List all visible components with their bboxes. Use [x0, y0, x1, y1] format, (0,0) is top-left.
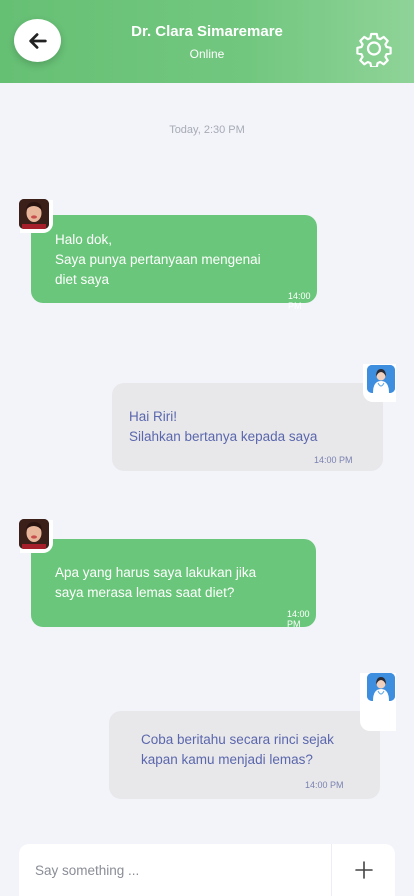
- patient-avatar: [19, 199, 49, 229]
- message-text: Coba beritahu secara rinci sejak kapan k…: [141, 732, 334, 767]
- message-time: 14:00 PM: [305, 780, 344, 790]
- message-time: 14:00 PM: [314, 455, 353, 465]
- chat-header: Dr. Clara Simaremare Online: [0, 0, 414, 83]
- gear-icon[interactable]: [356, 31, 392, 67]
- message-time: 14:00 PM: [288, 291, 311, 311]
- contact-status: Online: [189, 47, 225, 61]
- message-bubble[interactable]: Apa yang harus saya lakukan jika saya me…: [31, 539, 316, 629]
- message-composer: [19, 844, 395, 896]
- plus-icon: [354, 861, 373, 879]
- chat-date-timestamp: Today, 2:30 PM: [169, 124, 245, 136]
- add-attachment-button[interactable]: [332, 844, 395, 896]
- message-input[interactable]: [19, 844, 331, 896]
- doctor-avatar: [367, 365, 395, 393]
- message-text: Hai Riri! Silahkan bertanya kepada saya: [129, 409, 318, 444]
- patient-avatar: [19, 519, 49, 549]
- message-bubble[interactable]: Coba beritahu secara rinci sejak kapan k…: [109, 711, 380, 799]
- message-text: Halo dok, Saya punya pertanyaan mengenai…: [55, 232, 261, 287]
- message-bubble[interactable]: Hai Riri! Silahkan bertanya kepada saya …: [112, 383, 383, 471]
- message-bubble[interactable]: Halo dok, Saya punya pertanyaan mengenai…: [31, 215, 317, 311]
- contact-name: Dr. Clara Simaremare: [131, 23, 283, 40]
- message-text: Apa yang harus saya lakukan jika saya me…: [55, 565, 257, 600]
- doctor-avatar: [367, 673, 395, 701]
- message-time: 14:00 PM: [287, 609, 310, 629]
